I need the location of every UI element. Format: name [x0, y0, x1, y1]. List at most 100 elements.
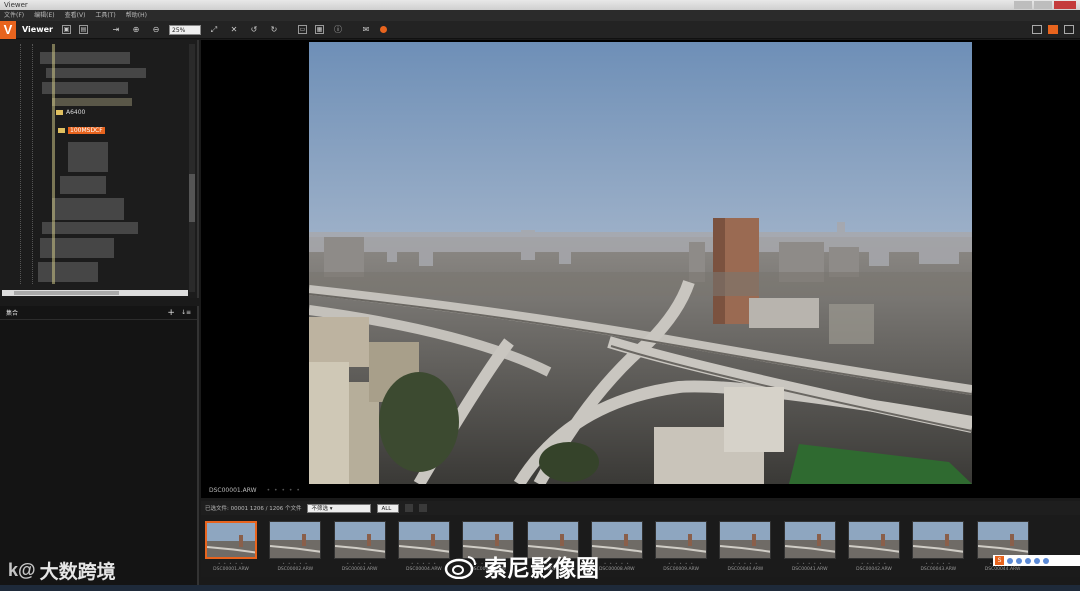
label-filter-value: ALL: [381, 505, 392, 512]
zoom-select[interactable]: 25%: [169, 24, 201, 35]
filmstrip-thumbnail[interactable]: • • • • •DSC00044.ARW: [973, 517, 1033, 575]
menu-view[interactable]: 查看(V): [65, 10, 86, 21]
thumbnail-rating[interactable]: • • • • •: [201, 561, 261, 566]
blurred-folder: [60, 176, 106, 194]
selection-count: 已选文件: 00001 1206 / 1206 个文件: [205, 506, 302, 512]
taskbar: [0, 585, 1080, 591]
tree-highlight: [52, 44, 55, 284]
image-mode-icon[interactable]: ▣: [62, 25, 71, 34]
rating-dots[interactable]: • • • • •: [267, 485, 301, 497]
prev-page-button[interactable]: [405, 504, 414, 512]
rating-filter-select[interactable]: 不筛选 ▾: [307, 503, 372, 513]
filmstrip-thumbnail[interactable]: • • • • • DSC00040.ARW: [715, 517, 775, 575]
thumbnail-rating[interactable]: • • • • •: [780, 561, 840, 566]
thumbnail-rating[interactable]: • • • • •: [330, 561, 390, 566]
cityscape-photo: [309, 42, 972, 484]
export-icon[interactable]: ⇥: [110, 24, 122, 36]
minimize-button[interactable]: [1014, 1, 1032, 9]
blurred-folder: [42, 222, 138, 234]
app-label: Viewer: [22, 25, 53, 34]
thumbnail-rating[interactable]: • • • • •: [651, 561, 711, 566]
ime-dot-icon[interactable]: [1007, 557, 1013, 564]
thumbnail-image: [719, 521, 772, 559]
thumbnail-rating[interactable]: • • • • •: [844, 561, 904, 566]
scroll-thumb[interactable]: [14, 291, 119, 295]
thumbnail-rating[interactable]: • • • • •: [908, 561, 968, 566]
image-viewer[interactable]: [201, 40, 1080, 498]
thumbnail-filename: DSC00042.ARW: [856, 567, 892, 572]
watermark-left-text: 大数跨境: [39, 561, 116, 583]
ime-dot-icon[interactable]: [1016, 557, 1022, 564]
ime-toolbar[interactable]: S: [993, 555, 1080, 566]
blurred-folder: [52, 98, 132, 106]
tree-vertical-scrollbar[interactable]: [189, 44, 195, 292]
fullscreen-icon[interactable]: ✕: [228, 24, 240, 36]
filmstrip-thumbnail[interactable]: • • • • • DSC00042.ARW: [844, 517, 904, 575]
thumbnail-filename: DSC00003.ARW: [341, 567, 378, 572]
rotate-left-icon[interactable]: ↺: [248, 24, 260, 36]
watermark-center: 索尼影像圈: [444, 549, 599, 583]
blurred-folder: [68, 142, 108, 172]
tree-item[interactable]: A6400: [56, 109, 85, 116]
zoom-out-icon[interactable]: ⊖: [150, 24, 162, 36]
filter-bar: 已选文件: 00001 1206 / 1206 个文件 不筛选 ▾ ALL ▾: [201, 501, 1080, 521]
thumbnail-rating[interactable]: • • • • •: [715, 561, 775, 566]
thumbnail-image: [397, 521, 450, 559]
filmstrip-thumbnail[interactable]: • • • • • DSC00001.ARW: [201, 517, 261, 575]
thumbnail-image: [783, 521, 836, 559]
close-button[interactable]: [1054, 1, 1076, 9]
filmstrip-thumbnail[interactable]: • • • • • DSC00041.ARW: [780, 517, 840, 575]
layout-switcher: [1032, 25, 1074, 34]
image-icon[interactable]: ▦: [315, 25, 324, 34]
copy-icon[interactable]: ▤: [79, 25, 88, 34]
app-logo: V: [0, 20, 16, 39]
filmstrip-thumbnail[interactable]: • • • • • DSC00043.ARW: [908, 517, 968, 575]
next-page-button[interactable]: [419, 504, 428, 512]
thumbnail-filename: DSC00040.ARW: [727, 567, 764, 572]
tree-item-selected[interactable]: 100MSDCF: [58, 127, 105, 134]
tree-horizontal-scrollbar[interactable]: [2, 290, 188, 296]
single-layout-icon[interactable]: [1048, 25, 1058, 34]
compare-icon[interactable]: ▭: [298, 25, 307, 34]
ime-dot-icon[interactable]: [1025, 557, 1031, 564]
maximize-button[interactable]: [1034, 1, 1052, 9]
info-icon[interactable]: ⓘ: [332, 24, 344, 36]
window-title: Viewer: [4, 1, 28, 9]
rotate-right-icon[interactable]: ↻: [268, 24, 280, 36]
menu-file[interactable]: 文件(F): [4, 10, 24, 21]
menu-bar: 文件(F) 编辑(E) 查看(V) 工具(T) 帮助(H): [0, 10, 1080, 21]
grid-layout-icon[interactable]: [1032, 25, 1042, 34]
add-collection-button[interactable]: +: [167, 308, 175, 318]
zoom-in-icon[interactable]: ⊕: [130, 24, 142, 36]
label-filter-select[interactable]: ALL ▾: [377, 503, 400, 521]
menu-edit[interactable]: 编辑(E): [34, 10, 54, 21]
filmstrip-thumbnail[interactable]: • • • • • DSC00002.ARW: [265, 517, 325, 575]
ime-dot-icon[interactable]: [1034, 557, 1040, 564]
menu-help[interactable]: 帮助(H): [126, 10, 147, 21]
thumbnail-image: [912, 521, 965, 559]
collection-title: 集合: [6, 310, 19, 317]
menu-tools[interactable]: 工具(T): [95, 10, 115, 21]
blurred-folder: [52, 198, 124, 220]
scroll-thumb[interactable]: [189, 174, 195, 222]
thumbnail-image: [205, 521, 257, 559]
folder-tree-panel: A6400 100MSDCF: [0, 40, 199, 298]
window-controls: [1014, 1, 1076, 9]
mail-icon[interactable]: ✉: [360, 24, 372, 36]
ime-dot-icon[interactable]: [1043, 557, 1049, 564]
notification-icon[interactable]: [380, 26, 387, 33]
thumbnail-rating[interactable]: • • • • •: [265, 561, 325, 566]
fit-icon[interactable]: ⤢: [208, 24, 220, 36]
thumbnail-image: [655, 521, 708, 559]
filmstrip-thumbnail[interactable]: • • • • • DSC00003.ARW: [330, 517, 390, 575]
blurred-folder: [38, 262, 98, 282]
tree-item-label: 100MSDCF: [68, 127, 105, 134]
status-strip: DSC00001.ARW • • • • •: [201, 485, 1080, 497]
thumbnail-image: [848, 521, 900, 559]
dual-layout-icon[interactable]: [1064, 25, 1074, 34]
sort-collection-button[interactable]: ↓≡: [181, 308, 191, 318]
main-photo: [309, 42, 972, 484]
filmstrip-thumbnail[interactable]: • • • • • DSC00009.ARW: [651, 517, 711, 575]
watermark-left: k@ 大数跨境: [8, 557, 116, 584]
thumbnail-filename: DSC00041.ARW: [791, 567, 828, 572]
